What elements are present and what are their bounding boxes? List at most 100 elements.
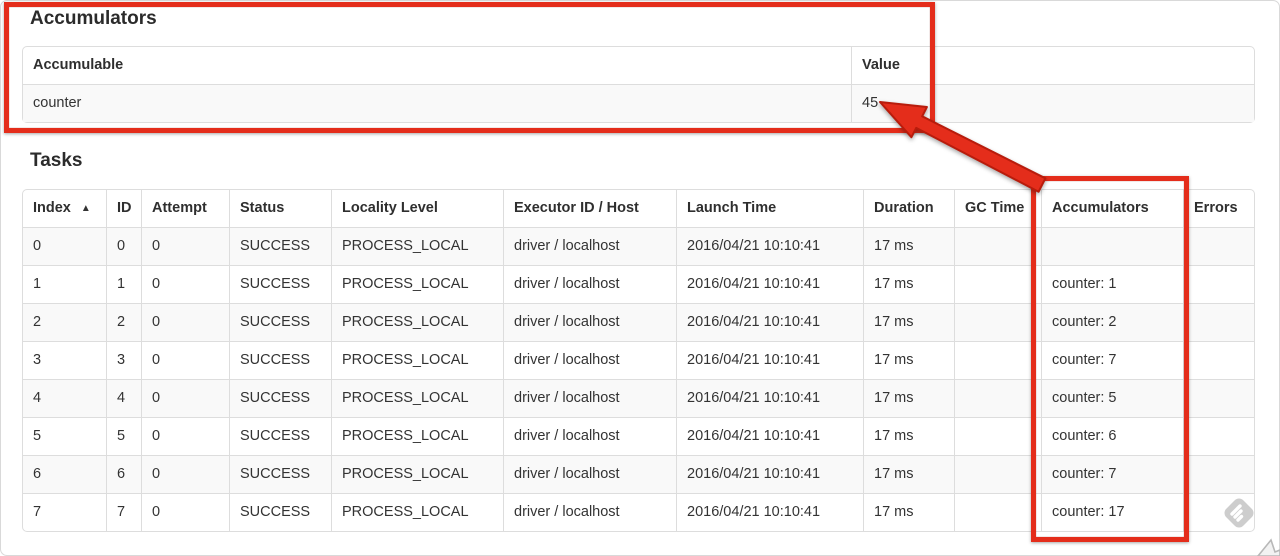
table-cell: 17 ms <box>863 417 954 455</box>
table-cell: driver / localhost <box>503 417 676 455</box>
column-header-accumulable: Accumulable <box>33 57 124 73</box>
table-cell: PROCESS_LOCAL <box>331 493 503 531</box>
column-header-duration[interactable]: Duration <box>863 190 954 227</box>
table-cell: 4 <box>23 379 106 417</box>
tasks-table: Index ▲ ID Attempt Status Locality Level … <box>22 189 1255 532</box>
table-cell: counter: 17 <box>1041 493 1183 531</box>
table-cell: 17 ms <box>863 379 954 417</box>
table-row: 2 2 0 SUCCESS PROCESS_LOCAL driver / localhos… <box>23 303 1254 341</box>
column-header-attempt[interactable]: Attempt <box>141 190 229 227</box>
table-cell <box>1183 227 1254 265</box>
table-cell: 2016/04/21 10:10:41 <box>676 417 863 455</box>
table-cell: 0 <box>141 265 229 303</box>
table-cell: 0 <box>141 379 229 417</box>
table-cell: 17 ms <box>863 265 954 303</box>
table-cell: 17 ms <box>863 341 954 379</box>
table-cell: SUCCESS <box>229 455 331 493</box>
table-cell: 0 <box>141 341 229 379</box>
column-header-index[interactable]: Index ▲ <box>23 190 106 227</box>
table-cell: 2016/04/21 10:10:41 <box>676 455 863 493</box>
table-cell: 2016/04/21 10:10:41 <box>676 227 863 265</box>
table-cell: 2016/04/21 10:10:41 <box>676 265 863 303</box>
accumulators-section-title: Accumulators <box>30 8 157 29</box>
table-row: counter 45 <box>23 84 1254 122</box>
table-cell <box>1183 493 1254 531</box>
table-cell: driver / localhost <box>503 379 676 417</box>
column-header-errors[interactable]: Errors <box>1183 190 1254 227</box>
table-cell: 17 ms <box>863 455 954 493</box>
table-cell: driver / localhost <box>503 455 676 493</box>
table-cell: 0 <box>106 227 141 265</box>
sort-asc-icon: ▲ <box>80 203 91 214</box>
accumulable-table-body: counter 45 <box>23 84 1254 122</box>
table-cell <box>954 303 1041 341</box>
table-cell: 0 <box>141 417 229 455</box>
table-cell: SUCCESS <box>229 493 331 531</box>
table-cell: PROCESS_LOCAL <box>331 303 503 341</box>
table-cell <box>954 493 1041 531</box>
accumulable-header-row: Accumulable Value <box>23 47 1254 84</box>
table-cell <box>1183 379 1254 417</box>
column-header-executor-id-host[interactable]: Executor ID / Host <box>503 190 676 227</box>
table-cell: counter: 2 <box>1041 303 1183 341</box>
table-cell: counter: 5 <box>1041 379 1183 417</box>
column-header-gc-time[interactable]: GC Time <box>954 190 1041 227</box>
table-cell: 2016/04/21 10:10:41 <box>676 341 863 379</box>
table-cell: driver / localhost <box>503 265 676 303</box>
table-cell <box>954 227 1041 265</box>
table-cell: SUCCESS <box>229 265 331 303</box>
column-header-id[interactable]: ID <box>106 190 141 227</box>
column-header-locality-level[interactable]: Locality Level <box>331 190 503 227</box>
table-cell <box>1183 265 1254 303</box>
column-header-launch-time[interactable]: Launch Time <box>676 190 863 227</box>
table-cell: 5 <box>23 417 106 455</box>
table-cell <box>954 455 1041 493</box>
table-cell: 5 <box>106 417 141 455</box>
table-cell: 17 ms <box>863 227 954 265</box>
table-cell: 17 ms <box>863 493 954 531</box>
table-cell <box>954 341 1041 379</box>
accumulable-table: Accumulable Value counter 45 <box>22 46 1255 123</box>
table-cell <box>1183 455 1254 493</box>
table-row: 7 7 0 SUCCESS PROCESS_LOCAL driver / localhos… <box>23 493 1254 531</box>
table-cell: 2 <box>106 303 141 341</box>
table-cell: driver / localhost <box>503 341 676 379</box>
table-cell <box>1183 341 1254 379</box>
tasks-section-title: Tasks <box>30 150 83 171</box>
table-cell: PROCESS_LOCAL <box>331 341 503 379</box>
tasks-header-row: Index ▲ ID Attempt Status Locality Level … <box>23 190 1254 227</box>
table-cell: SUCCESS <box>229 303 331 341</box>
table-cell: 4 <box>106 379 141 417</box>
table-cell: 2016/04/21 10:10:41 <box>676 493 863 531</box>
column-header-status[interactable]: Status <box>229 190 331 227</box>
column-header-index-label: Index <box>33 200 71 216</box>
table-cell <box>954 379 1041 417</box>
table-cell: PROCESS_LOCAL <box>331 455 503 493</box>
table-cell: 45 <box>851 84 1254 122</box>
table-cell: 0 <box>141 303 229 341</box>
table-row: 5 5 0 SUCCESS PROCESS_LOCAL driver / localhos… <box>23 417 1254 455</box>
column-header-accumulators[interactable]: Accumulators <box>1041 190 1183 227</box>
table-cell: driver / localhost <box>503 227 676 265</box>
table-cell: 2016/04/21 10:10:41 <box>676 379 863 417</box>
tasks-table-body: 0 0 0 SUCCESS PROCESS_LOCAL driver / localhos… <box>23 227 1254 531</box>
table-cell: 2016/04/21 10:10:41 <box>676 303 863 341</box>
table-cell: 1 <box>106 265 141 303</box>
table-cell: driver / localhost <box>503 303 676 341</box>
table-cell: PROCESS_LOCAL <box>331 265 503 303</box>
mouse-cursor-icon <box>1256 538 1280 556</box>
table-cell <box>954 265 1041 303</box>
table-cell: counter <box>23 84 851 122</box>
table-cell: driver / localhost <box>503 493 676 531</box>
table-cell <box>954 417 1041 455</box>
table-cell: SUCCESS <box>229 341 331 379</box>
table-row: 3 3 0 SUCCESS PROCESS_LOCAL driver / localhos… <box>23 341 1254 379</box>
table-cell: 0 <box>23 227 106 265</box>
table-cell: counter: 7 <box>1041 341 1183 379</box>
table-cell <box>1183 303 1254 341</box>
table-cell: counter: 6 <box>1041 417 1183 455</box>
table-cell: SUCCESS <box>229 417 331 455</box>
table-cell: SUCCESS <box>229 227 331 265</box>
table-row: 6 6 0 SUCCESS PROCESS_LOCAL driver / localhos… <box>23 455 1254 493</box>
table-cell <box>1183 417 1254 455</box>
